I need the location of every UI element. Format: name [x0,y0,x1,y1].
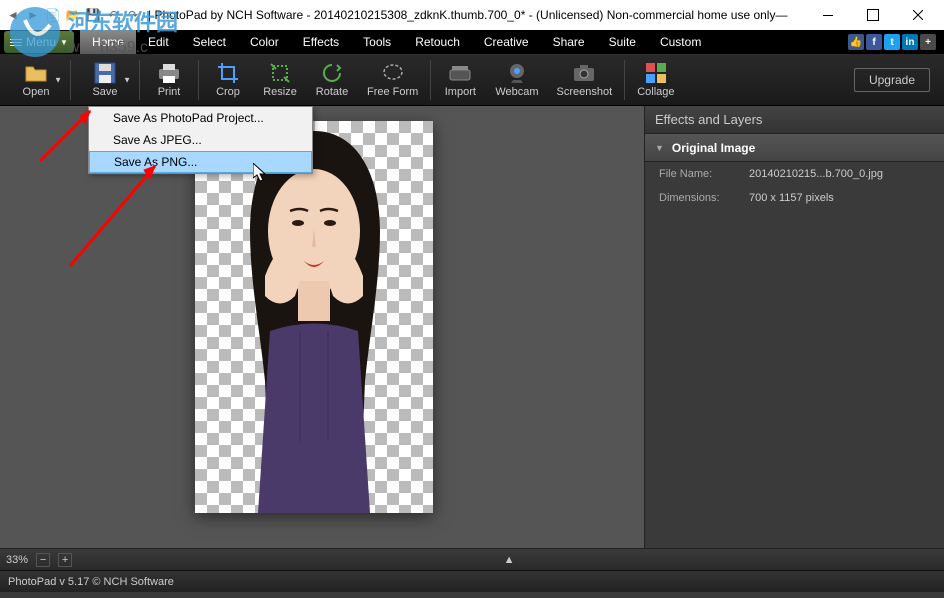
camera-icon [572,61,596,85]
collage-icon [644,61,668,85]
hamburger-icon [10,39,22,46]
facebook-icon[interactable]: f [866,34,882,50]
open-file-icon[interactable]: 📂 [64,6,82,24]
chevron-down-icon: ▼ [123,75,131,84]
social-icons: 👍 f t in + [848,34,940,50]
window-controls [805,0,940,30]
title-bar: ◄ ► 📄 📂 💾 ↶ ↷ | PhotoPad by NCH Software… [0,0,944,30]
zoom-level: 33% [6,554,28,566]
zoom-bar: 33% − + ▲ [0,548,944,570]
menu-item-edit[interactable]: Edit [136,30,181,54]
upgrade-button[interactable]: Upgrade [854,68,930,92]
menu-button-label: Menu [26,35,56,49]
collage-tool[interactable]: Collage [629,56,682,104]
menu-item-color[interactable]: Color [238,30,291,54]
panel-header: Effects and Layers [645,106,944,134]
status-bar: PhotoPad v 5.17 © NCH Software [0,570,944,592]
workspace: Effects and Layers ▼ Original Image File… [0,106,944,548]
resize-tool[interactable]: Resize [255,56,305,104]
info-dimensions: Dimensions: 700 x 1157 pixels [645,186,944,210]
floppy-disk-icon [93,61,117,85]
maximize-button[interactable] [850,0,895,30]
crop-tool[interactable]: Crop [203,56,253,104]
menu-item-home[interactable]: Home [80,30,136,54]
window-title: | PhotoPad by NCH Software - 20140210215… [148,8,805,22]
webcam-tool[interactable]: Webcam [487,56,546,104]
collapse-triangle-icon: ▼ [655,143,664,153]
crop-icon [216,61,240,85]
toolbar: Open ▼ Save ▼ Print Crop Resize Rotate F… [0,54,944,106]
freeform-tool[interactable]: Free Form [359,56,426,104]
effects-panel: Effects and Layers ▼ Original Image File… [644,106,944,548]
zoom-out-button[interactable]: − [36,553,50,567]
screenshot-tool[interactable]: Screenshot [549,56,621,104]
nav-back-icon[interactable]: ◄ [4,6,22,24]
like-icon[interactable]: 👍 [848,34,864,50]
chevron-down-icon: ▼ [54,75,62,84]
plus-icon[interactable]: + [920,34,936,50]
menu-item-effects[interactable]: Effects [291,30,351,54]
menu-item-share[interactable]: Share [541,30,597,54]
section-original-image[interactable]: ▼ Original Image [645,134,944,162]
mouse-cursor-icon [253,163,269,183]
undo-icon[interactable]: ↶ [104,6,122,24]
menu-item-retouch[interactable]: Retouch [403,30,472,54]
resize-icon [268,61,292,85]
close-button[interactable] [895,0,940,30]
panel-collapse-icon[interactable]: ▲ [504,554,515,566]
open-tool[interactable]: Open ▼ [6,56,66,104]
rotate-tool[interactable]: Rotate [307,56,357,104]
quick-access-icons: ◄ ► 📄 📂 💾 ↶ ↷ [4,6,142,24]
status-text: PhotoPad v 5.17 © NCH Software [8,576,174,588]
redo-icon[interactable]: ↷ [124,6,142,24]
save-tool[interactable]: Save ▼ [75,56,135,104]
minimize-button[interactable] [805,0,850,30]
menu-item-creative[interactable]: Creative [472,30,541,54]
info-filename: File Name: 20140210215...b.700_0.jpg [645,162,944,186]
open-folder-icon [24,61,48,85]
menu-button[interactable]: Menu ▼ [4,31,74,53]
import-tool[interactable]: Import [435,56,485,104]
linkedin-icon[interactable]: in [902,34,918,50]
menu-item-custom[interactable]: Custom [648,30,713,54]
webcam-icon [505,61,529,85]
menu-item-tools[interactable]: Tools [351,30,403,54]
menu-item-suite[interactable]: Suite [597,30,648,54]
save-quick-icon[interactable]: 💾 [84,6,102,24]
annotation-arrow [60,156,170,276]
zoom-in-button[interactable]: + [58,553,72,567]
dropdown-item-photopad[interactable]: Save As PhotoPad Project... [89,107,312,129]
printer-icon [157,61,181,85]
chevron-down-icon: ▼ [60,38,68,47]
new-file-icon[interactable]: 📄 [44,6,62,24]
menu-bar: Menu ▼ Home Edit Select Color Effects To… [0,30,944,54]
lasso-icon [381,61,405,85]
dropdown-item-jpeg[interactable]: Save As JPEG... [89,129,312,151]
nav-fwd-icon[interactable]: ► [24,6,42,24]
twitter-icon[interactable]: t [884,34,900,50]
image-content [210,121,418,513]
menu-item-select[interactable]: Select [181,30,238,54]
canvas-area[interactable] [0,106,644,548]
document-image[interactable] [195,121,433,513]
rotate-icon [320,61,344,85]
print-tool[interactable]: Print [144,56,194,104]
scanner-icon [448,61,472,85]
